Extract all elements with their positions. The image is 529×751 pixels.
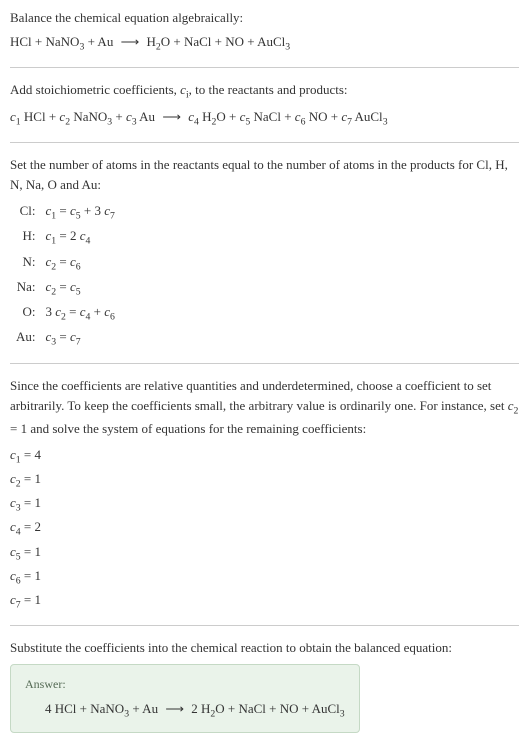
atom-equation: c2 = c6 <box>40 251 121 276</box>
divider <box>10 625 519 626</box>
table-row: H: c1 = 2 c4 <box>10 225 121 250</box>
coeff-row: c3 = 1 <box>10 493 519 516</box>
atom-equation: c2 = c5 <box>40 276 121 301</box>
atom-label: Au: <box>10 326 40 351</box>
atom-equations-table: Cl: c1 = c5 + 3 c7 H: c1 = 2 c4 N: c2 = … <box>10 200 121 351</box>
atom-label: O: <box>10 301 40 326</box>
divider <box>10 142 519 143</box>
section-solve-coefficients: Since the coefficients are relative quan… <box>10 376 519 613</box>
coeff-row: c2 = 1 <box>10 469 519 492</box>
section-atom-equations: Set the number of atoms in the reactants… <box>10 155 519 351</box>
coeff-row: c7 = 1 <box>10 590 519 613</box>
coeff-row: c6 = 1 <box>10 566 519 589</box>
atom-equation: c1 = 2 c4 <box>40 225 121 250</box>
section-balance-prompt: Balance the chemical equation algebraica… <box>10 8 519 55</box>
divider <box>10 67 519 68</box>
atom-label: H: <box>10 225 40 250</box>
divider <box>10 363 519 364</box>
atom-label: Na: <box>10 276 40 301</box>
atom-label: Cl: <box>10 200 40 225</box>
table-row: O: 3 c2 = c4 + c6 <box>10 301 121 326</box>
section2-title: Add stoichiometric coefficients, ci, to … <box>10 80 519 103</box>
answer-label: Answer: <box>25 675 345 693</box>
stoich-equation: c1 HCl + c2 NaNO3 + c3 Au ⟶ c4 H2O + c5 … <box>10 107 519 130</box>
answer-box: Answer: 4 HCl + NaNO3 + Au ⟶ 2 H2O + NaC… <box>10 664 360 733</box>
balanced-equation: 4 HCl + NaNO3 + Au ⟶ 2 H2O + NaCl + NO +… <box>25 699 345 722</box>
table-row: Na: c2 = c5 <box>10 276 121 301</box>
coefficient-solutions: c1 = 4 c2 = 1 c3 = 1 c4 = 2 c5 = 1 c6 = … <box>10 445 519 614</box>
coeff-row: c1 = 4 <box>10 445 519 468</box>
coeff-row: c4 = 2 <box>10 517 519 540</box>
unbalanced-equation: HCl + NaNO3 + Au ⟶ H2O + NaCl + NO + AuC… <box>10 32 519 55</box>
section1-title: Balance the chemical equation algebraica… <box>10 8 519 28</box>
atom-equation: c1 = c5 + 3 c7 <box>40 200 121 225</box>
table-row: Au: c3 = c7 <box>10 326 121 351</box>
coeff-row: c5 = 1 <box>10 542 519 565</box>
section5-title: Substitute the coefficients into the che… <box>10 638 519 658</box>
section3-title: Set the number of atoms in the reactants… <box>10 155 519 194</box>
atom-equation: c3 = c7 <box>40 326 121 351</box>
table-row: Cl: c1 = c5 + 3 c7 <box>10 200 121 225</box>
atom-label: N: <box>10 251 40 276</box>
atom-equation: 3 c2 = c4 + c6 <box>40 301 121 326</box>
section-add-coefficients: Add stoichiometric coefficients, ci, to … <box>10 80 519 130</box>
section4-title: Since the coefficients are relative quan… <box>10 376 519 438</box>
table-row: N: c2 = c6 <box>10 251 121 276</box>
section-substitute: Substitute the coefficients into the che… <box>10 638 519 733</box>
